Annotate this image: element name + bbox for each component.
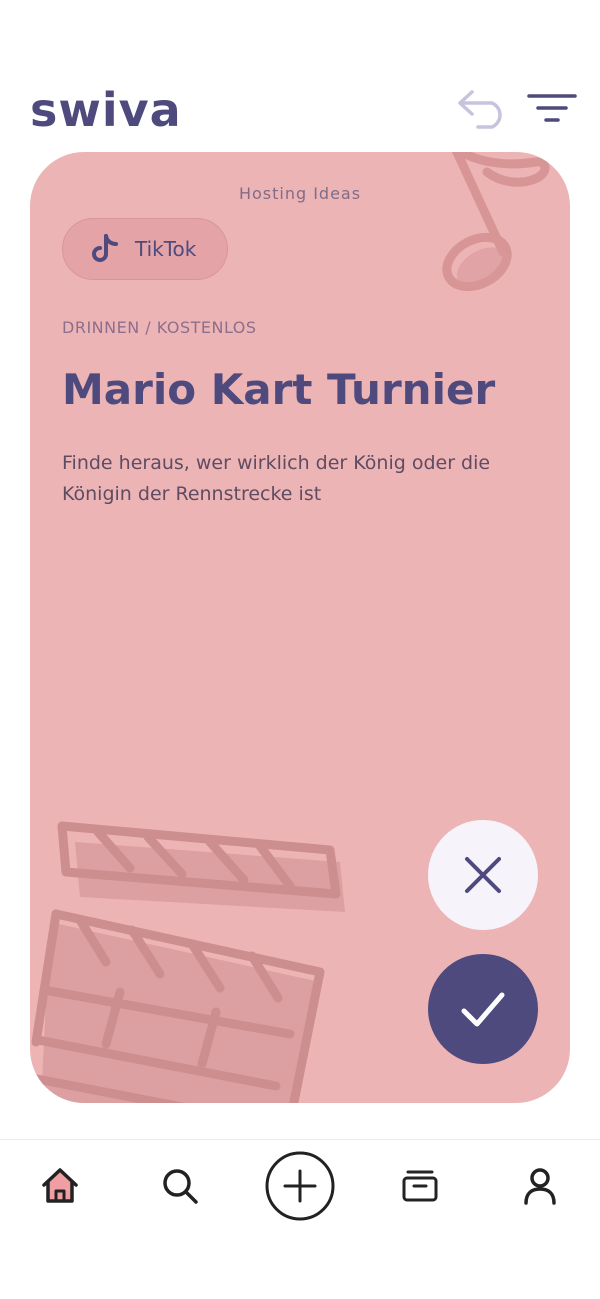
tiktok-icon — [92, 234, 118, 262]
undo-button[interactable] — [456, 86, 512, 130]
check-icon — [461, 992, 505, 1027]
music-note-icon — [442, 152, 550, 292]
search-icon — [163, 1169, 198, 1204]
card-heading: Hosting Ideas — [238, 184, 362, 203]
category-label: DRINNEN / KOSTENLOS — [62, 318, 257, 337]
profile-icon — [524, 1168, 556, 1205]
accept-button[interactable] — [428, 954, 538, 1064]
filter-lines-icon — [527, 94, 577, 122]
home-icon — [42, 1168, 78, 1203]
add-circle-icon — [265, 1151, 335, 1221]
reject-button[interactable] — [428, 820, 538, 930]
chip-label: TikTok — [135, 237, 197, 261]
nav-profile[interactable] — [520, 1166, 560, 1210]
close-icon — [465, 857, 501, 893]
app-logo: swiva — [30, 80, 182, 140]
nav-collections[interactable] — [400, 1166, 440, 1210]
nav-search[interactable] — [160, 1166, 200, 1210]
app-screen: swiva Hosting Ideas TikTok DRINNEN / KOS… — [0, 0, 600, 1299]
nav-add[interactable] — [264, 1150, 336, 1226]
idea-title: Mario Kart Turnier — [62, 365, 496, 414]
filter-button[interactable] — [526, 90, 578, 130]
bottom-navigation — [0, 1139, 600, 1299]
idea-description: Finde heraus, wer wirklich der König ode… — [62, 452, 491, 505]
logo-text: swiva — [30, 83, 182, 137]
collections-icon — [402, 1170, 438, 1202]
undo-arrow-icon — [458, 90, 502, 129]
nav-home[interactable] — [40, 1166, 80, 1210]
tiktok-chip[interactable]: TikTok — [62, 218, 228, 280]
film-clapper-icon — [30, 821, 345, 1103]
